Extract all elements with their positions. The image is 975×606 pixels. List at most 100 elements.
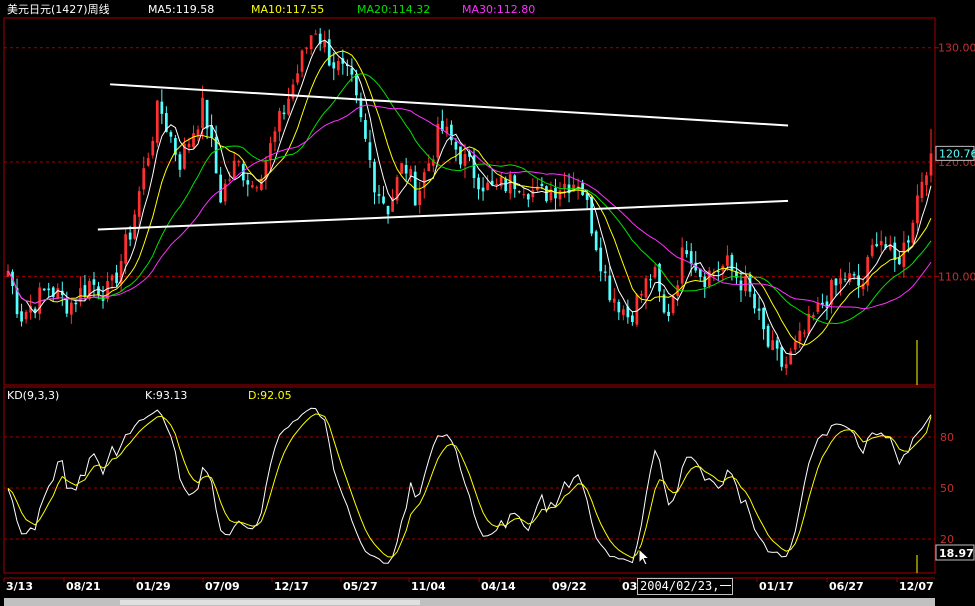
candle-body xyxy=(757,308,761,311)
axis-labels: 130.00120.00110.00120.7680502018.973/13 0… xyxy=(6,42,975,593)
candle-body xyxy=(798,330,802,342)
candle-body xyxy=(418,190,422,205)
candle-body xyxy=(192,133,195,148)
candle-body xyxy=(355,74,358,96)
candle-body xyxy=(766,325,770,347)
candle-body xyxy=(608,275,612,301)
candle-body xyxy=(228,179,232,181)
candle-body xyxy=(359,98,363,118)
candle-body xyxy=(42,288,46,291)
candle-body xyxy=(155,100,159,143)
candle-body xyxy=(780,346,784,367)
candle-body xyxy=(110,275,114,281)
candle-body xyxy=(603,271,607,273)
candle-body xyxy=(92,279,96,285)
candle-body xyxy=(703,276,707,288)
candle-body xyxy=(726,255,729,266)
candle-body xyxy=(137,191,141,217)
candle-body xyxy=(540,183,544,187)
candle-body xyxy=(463,154,467,166)
chart-canvas: 130.00120.00110.00120.7680502018.973/13 0… xyxy=(3,17,975,606)
candle-body xyxy=(925,175,928,186)
candle-body xyxy=(219,174,223,203)
x-tick-label: 03 xyxy=(622,580,637,593)
candle-body xyxy=(296,73,299,83)
candle-body xyxy=(929,153,933,176)
candle-body xyxy=(789,351,793,365)
candle-body xyxy=(526,194,530,200)
candle-body xyxy=(897,257,901,265)
candle-body xyxy=(495,183,499,185)
candle-body xyxy=(513,175,517,190)
candle-body xyxy=(133,214,137,239)
candle-body xyxy=(56,288,60,299)
candle-body xyxy=(79,288,82,302)
candle-body xyxy=(653,267,657,278)
candle-body xyxy=(201,97,204,129)
candle-body xyxy=(282,112,286,115)
candle-body xyxy=(640,294,643,296)
x-tick-label: 06/27 xyxy=(829,580,864,593)
candle-body xyxy=(771,340,774,351)
scrollbar-thumb xyxy=(120,600,420,605)
cursor-date-box: 2004/02/23,一 xyxy=(637,578,733,595)
candle-body xyxy=(246,180,250,185)
kd-k-value: K:93.13 xyxy=(145,389,188,402)
candle-body xyxy=(178,154,182,170)
candle-body xyxy=(893,242,897,260)
trendline xyxy=(97,199,789,231)
x-tick-label: 01/29 xyxy=(136,580,171,593)
kd-tick-label: 20 xyxy=(940,533,954,546)
candle-body xyxy=(124,234,127,264)
candle-body xyxy=(599,247,603,272)
mouse-cursor-icon xyxy=(638,548,651,566)
candle-body xyxy=(278,110,281,132)
candle-body xyxy=(128,232,132,240)
candle-body xyxy=(649,279,652,281)
candle-body xyxy=(631,315,634,323)
candle-body xyxy=(269,143,272,161)
candle-body xyxy=(386,205,390,215)
chart-title: 美元日元(1427)周线 xyxy=(7,3,110,16)
candle-body xyxy=(667,311,670,317)
candle-body xyxy=(459,146,462,165)
candle-body xyxy=(237,161,241,163)
kd-panel-frame xyxy=(3,386,936,574)
candle-body xyxy=(508,174,512,194)
kd-d-line xyxy=(7,413,932,559)
candle-body xyxy=(187,143,191,148)
candle-body xyxy=(273,131,277,142)
candle-body xyxy=(160,101,164,114)
x-tick-label: 04/14 xyxy=(481,580,516,593)
candle-body xyxy=(775,340,779,349)
candle-body xyxy=(255,187,259,189)
candle-body xyxy=(151,141,155,156)
candle-body xyxy=(843,278,847,280)
candle-body xyxy=(404,165,408,174)
grid-lines xyxy=(3,47,939,582)
candle-body xyxy=(364,119,367,139)
candle-body xyxy=(65,298,69,314)
kd-k-line xyxy=(7,407,932,564)
candle-body xyxy=(753,293,756,309)
candle-body xyxy=(685,250,689,255)
candle-body xyxy=(531,190,535,198)
x-tick-label: 01/17 xyxy=(759,580,794,593)
candle-body xyxy=(368,142,372,161)
candle-body xyxy=(793,341,797,350)
candle-body xyxy=(377,194,381,196)
candle-body xyxy=(907,240,910,243)
candle-body xyxy=(594,231,598,251)
candle-body xyxy=(97,286,100,296)
candle-body xyxy=(205,99,209,129)
x-tick-label: 11/04 xyxy=(411,580,446,593)
candle-body xyxy=(332,62,336,69)
kd-title: KD(9,3,3) xyxy=(7,389,60,402)
candle-body xyxy=(373,161,376,193)
candle-body xyxy=(857,275,860,286)
candle-body xyxy=(314,33,318,35)
candle-body xyxy=(309,35,313,50)
candle-body xyxy=(400,163,403,174)
candle-body xyxy=(427,163,431,172)
candle-body xyxy=(287,98,290,115)
